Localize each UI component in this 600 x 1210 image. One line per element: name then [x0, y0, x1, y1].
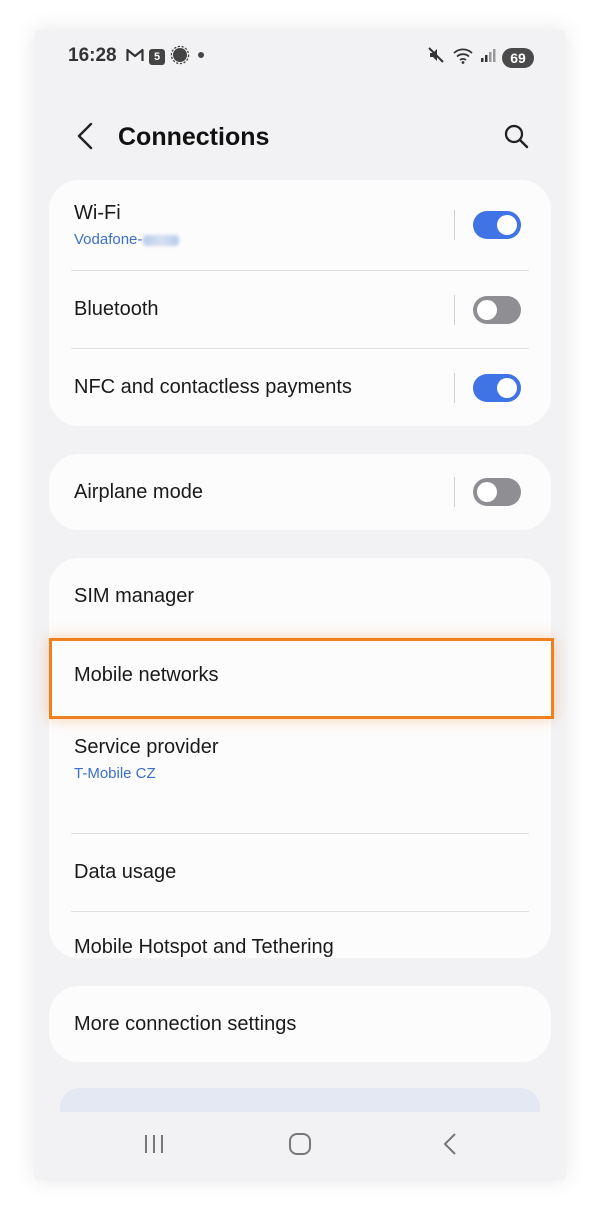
- toggle-knob: [477, 300, 497, 320]
- status-icons-right: 69: [426, 45, 534, 70]
- row-wifi[interactable]: Wi-Fi Vodafone-: [49, 180, 551, 270]
- app-header: Connections: [34, 110, 566, 166]
- vertical-separator: [454, 373, 455, 403]
- dot-icon: [195, 48, 207, 66]
- navigation-bar: [34, 1112, 566, 1180]
- cellular-icon: [480, 47, 496, 68]
- bluetooth-toggle[interactable]: [473, 296, 521, 324]
- row-title: Wi-Fi: [74, 202, 121, 224]
- row-title: SIM manager: [74, 585, 195, 607]
- back-icon: [442, 1132, 458, 1161]
- card-airplane: Airplane mode: [49, 454, 551, 530]
- card-wireless: Wi-Fi Vodafone- Bluetooth NFC and contac…: [49, 180, 551, 426]
- search-button[interactable]: [500, 122, 532, 154]
- page-title: Connections: [118, 123, 270, 151]
- card-mobile: SIM manager Mobile networks Service prov…: [49, 558, 551, 958]
- mute-icon: [426, 45, 446, 70]
- toggle-knob: [497, 215, 517, 235]
- redacted-blur: [143, 234, 180, 246]
- row-mobile-hotspot[interactable]: Mobile Hotspot and Tethering: [49, 912, 551, 958]
- wifi-ssid-text: Vodafone-: [74, 231, 143, 248]
- row-service-provider[interactable]: Service provider T-Mobile CZ: [49, 715, 551, 833]
- row-sim-manager[interactable]: SIM manager: [49, 558, 551, 638]
- row-mobile-networks[interactable]: Mobile networks: [49, 638, 551, 715]
- toggle-knob: [497, 378, 517, 398]
- row-title: Data usage: [74, 861, 177, 883]
- recents-icon: [143, 1133, 165, 1160]
- row-data-usage[interactable]: Data usage: [49, 834, 551, 911]
- status-bar: 16:28 5 69: [34, 30, 566, 86]
- row-airplane-mode[interactable]: Airplane mode: [49, 454, 551, 530]
- vertical-separator: [454, 295, 455, 325]
- row-subtitle: T-Mobile CZ: [74, 765, 156, 782]
- status-time: 16:28: [68, 45, 117, 66]
- calendar-badge-icon: 5: [149, 49, 165, 65]
- row-bluetooth[interactable]: Bluetooth: [49, 271, 551, 348]
- wifi-toggle[interactable]: [473, 211, 521, 239]
- vertical-separator: [454, 477, 455, 507]
- nav-back-button[interactable]: [430, 1130, 470, 1162]
- row-title: More connection settings: [74, 1013, 297, 1035]
- status-icons-left: 5: [126, 45, 207, 70]
- row-title: Mobile networks: [74, 664, 219, 686]
- wifi-network-name: Vodafone-: [74, 231, 180, 248]
- search-icon: [503, 123, 529, 154]
- row-title: Bluetooth: [74, 298, 159, 320]
- calendar-day-text: 5: [153, 51, 161, 63]
- battery-indicator: 69: [502, 47, 534, 68]
- phone-screen: 16:28 5 69 Connections Wi-Fi Vodafone- B…: [34, 30, 566, 1180]
- row-more-connection-settings[interactable]: More connection settings: [49, 986, 551, 1062]
- recents-button[interactable]: [134, 1130, 174, 1162]
- home-icon: [288, 1132, 312, 1161]
- row-nfc[interactable]: NFC and contactless payments: [49, 349, 551, 426]
- back-button[interactable]: [70, 122, 100, 154]
- toggle-knob: [477, 482, 497, 502]
- row-title: NFC and contactless payments: [74, 376, 352, 398]
- home-button[interactable]: [280, 1130, 320, 1162]
- card-more: More connection settings: [49, 986, 551, 1062]
- row-title: Service provider: [74, 736, 219, 758]
- gmail-icon: [126, 48, 144, 67]
- wifi-icon: [452, 46, 474, 69]
- nfc-toggle[interactable]: [473, 374, 521, 402]
- row-title: Airplane mode: [74, 481, 203, 503]
- row-title: Mobile Hotspot and Tethering: [74, 936, 334, 958]
- airplane-mode-toggle[interactable]: [473, 478, 521, 506]
- vertical-separator: [454, 210, 455, 240]
- chevron-left-icon: [76, 122, 94, 155]
- signal-app-icon: [170, 45, 190, 70]
